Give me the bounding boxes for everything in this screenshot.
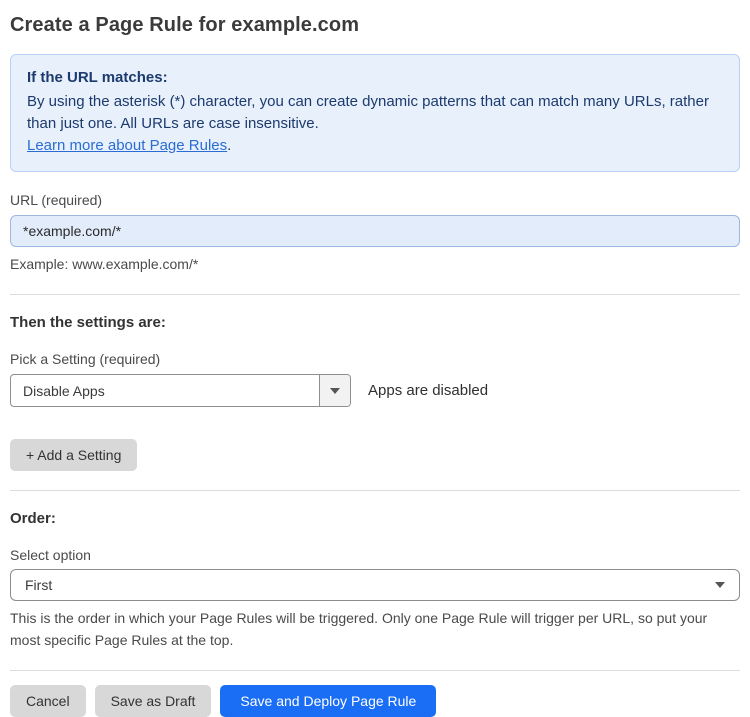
setting-select[interactable]: Disable Apps (10, 374, 351, 407)
setting-select-value: Disable Apps (23, 382, 105, 399)
order-select[interactable]: First (10, 569, 740, 601)
setting-status-text: Apps are disabled (368, 382, 489, 399)
order-helper-text: This is the order in which your Page Rul… (10, 610, 708, 648)
save-and-deploy-button[interactable]: Save and Deploy Page Rule (220, 685, 437, 717)
order-select-value: First (25, 577, 53, 593)
learn-more-link[interactable]: Learn more about Page Rules (27, 137, 227, 154)
setting-picker-label: Pick a Setting (required) (10, 351, 161, 367)
add-setting-button[interactable]: + Add a Setting (10, 439, 138, 471)
link-suffix: . (227, 137, 232, 154)
divider (10, 294, 740, 295)
settings-section-heading: Then the settings are: (10, 314, 166, 331)
url-match-info-box: If the URL matches: By using the asteris… (10, 54, 740, 172)
url-example-helper: Example: www.example.com/* (10, 256, 199, 272)
setting-select-arrow-button[interactable] (319, 375, 350, 406)
info-box-heading: If the URL matches: (27, 69, 168, 86)
info-box-link-line: Learn more about Page Rules. (27, 135, 723, 157)
url-field-label: URL (required) (10, 192, 103, 208)
chevron-down-icon (330, 387, 340, 394)
divider (10, 670, 740, 671)
chevron-down-icon (715, 582, 725, 588)
page-title: Create a Page Rule for example.com (10, 14, 360, 36)
divider (10, 490, 740, 491)
cancel-button[interactable]: Cancel (10, 685, 86, 717)
save-as-draft-button[interactable]: Save as Draft (94, 685, 212, 717)
url-input[interactable] (10, 215, 740, 247)
order-section-heading: Order: (10, 510, 56, 527)
footer-actions: Cancel Save as Draft Save and Deploy Pag… (10, 685, 740, 717)
order-select-label: Select option (10, 547, 91, 563)
info-box-body: By using the asterisk (*) character, you… (27, 93, 709, 132)
setting-picker-row: Disable Apps Apps are disabled (10, 374, 740, 407)
